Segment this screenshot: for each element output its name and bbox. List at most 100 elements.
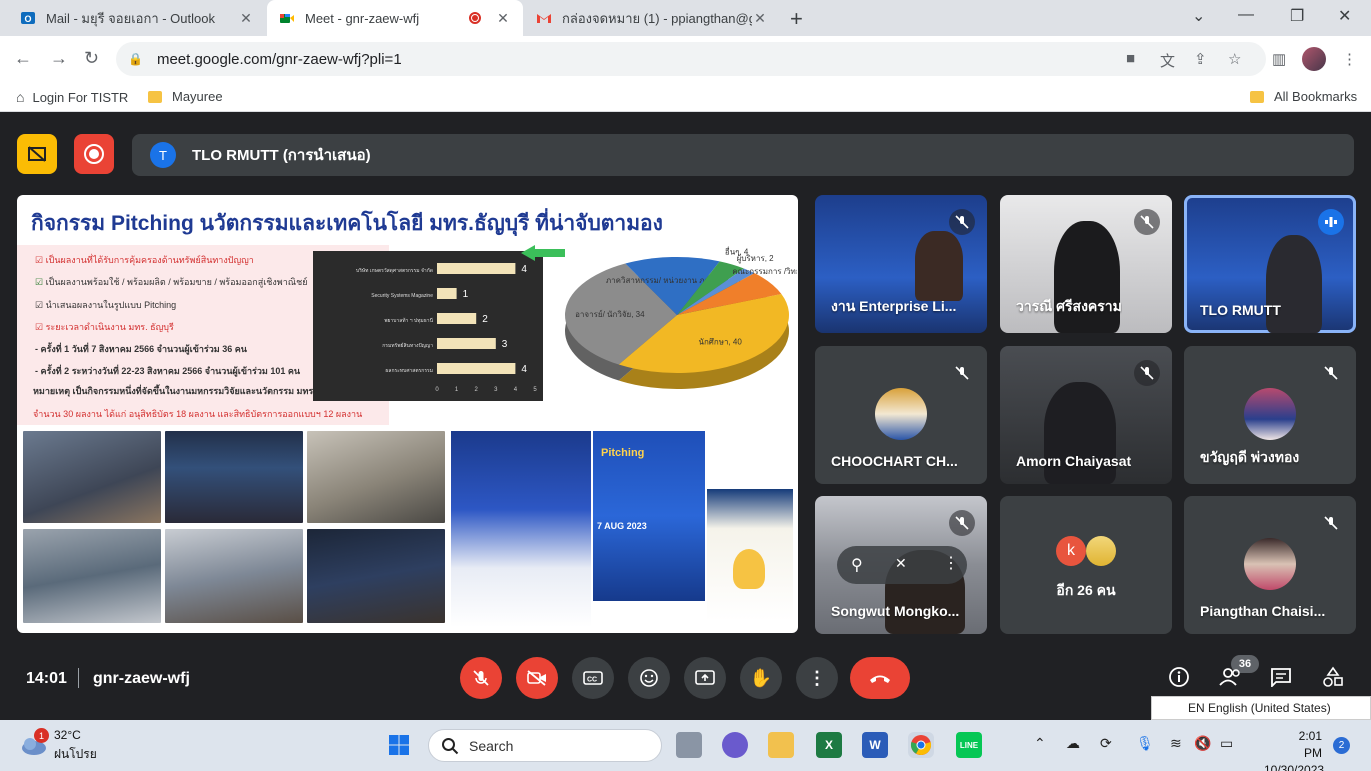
bookmark-mayuree[interactable]: Mayuree (148, 89, 223, 104)
bookmark-login-tistr[interactable]: ⌂ Login For TISTR (16, 89, 128, 105)
lightbulb-icon (733, 549, 765, 589)
translate-icon[interactable]: 文 (1160, 50, 1175, 71)
participant-tile[interactable]: CHOOCHART CH... (815, 346, 987, 484)
participant-tile[interactable]: วารณี ศรีสงคราม (1000, 195, 1172, 333)
camera-icon[interactable]: ■ (1126, 50, 1135, 67)
more-menu-icon[interactable]: ⋮ (1342, 50, 1357, 68)
sync-icon[interactable]: ⟳ (1100, 735, 1112, 752)
taskbar-clock[interactable]: 2:01 PM 10/30/2023 (1264, 728, 1324, 771)
excel-icon[interactable]: X (816, 732, 842, 758)
bookmark-label: Mayuree (172, 89, 223, 104)
wifi-icon[interactable]: ≋ (1170, 735, 1182, 752)
presentation-slide: กิจกรรม Pitching นวัตกรรมและเทคโนโลยี มท… (17, 195, 798, 633)
profile-avatar[interactable] (1302, 47, 1326, 71)
bar-value-label: 4 (521, 364, 527, 375)
leave-call-button[interactable] (850, 657, 910, 699)
x-tick-label: 2 (475, 387, 479, 393)
mic-off-icon (949, 510, 975, 536)
participant-tile[interactable]: ⚲ ✕ ⋮ Songwut Mongko... (815, 496, 987, 634)
tab-meet[interactable]: Meet - gnr-zaew-wfj ✕ (267, 0, 523, 36)
close-tab-icon[interactable]: ✕ (238, 10, 254, 27)
microphone-button[interactable] (460, 657, 502, 699)
slide-bullet: - ครั้งที่ 2 ระหว่างวันที่ 22-23 สิงหาคม… (35, 366, 301, 376)
presenter-bar: T TLO RMUTT (การนำเสนอ) (132, 134, 1354, 176)
chat-app-icon[interactable] (722, 732, 748, 758)
tab-title: Mail - มยุรี จอยเอกา - Outlook (46, 10, 215, 26)
notification-badge[interactable]: 2 (1333, 737, 1350, 754)
x-tick-label: 0 (435, 387, 439, 393)
back-icon[interactable]: ← (14, 48, 32, 69)
participant-tile[interactable]: Amorn Chaiyasat (1000, 346, 1172, 484)
close-tab-icon[interactable]: ✕ (495, 10, 511, 27)
minimize-button[interactable]: — (1238, 6, 1254, 24)
present-button[interactable] (684, 657, 726, 699)
more-participants-tile[interactable]: k อีก 26 คน (1000, 496, 1172, 634)
pie-slice-label: อาจารย์/ นักวิจัย, 34 (575, 309, 645, 319)
participant-tile[interactable]: งาน Enterprise Li... (815, 195, 987, 333)
task-view-icon[interactable] (676, 732, 702, 758)
close-window-button[interactable]: ✕ (1338, 6, 1351, 26)
word-icon[interactable]: W (862, 732, 888, 758)
tab-gmail[interactable]: กล่องจดหมาย (1) - ppiangthan@g ✕ (524, 0, 780, 36)
new-tab-button[interactable]: + (790, 6, 803, 32)
poster-date: 7 AUG 2023 (597, 521, 647, 531)
bar (437, 313, 477, 324)
more-options-button[interactable]: ⋮ (796, 657, 838, 699)
ime-language-bar[interactable]: EN English (United States) (1151, 696, 1371, 720)
all-bookmarks[interactable]: All Bookmarks (1250, 89, 1357, 104)
address-bar[interactable]: 🔒 meet.google.com/gnr-zaew-wfj?pli=1 (116, 42, 1266, 76)
poster-heading: Pitching (601, 447, 645, 459)
search-icon (442, 737, 459, 754)
x-tick-label: 3 (494, 387, 498, 393)
cloud-icon[interactable]: ☁ (1066, 735, 1080, 752)
captions-button[interactable]: CC (572, 657, 614, 699)
people-button[interactable] (1216, 662, 1246, 692)
microphone-tray-icon[interactable]: 🎙 (1136, 735, 1154, 752)
more-participants-label: อีก 26 คน (1056, 582, 1116, 598)
stop-captions-button[interactable] (17, 134, 57, 174)
side-panel-icon[interactable]: ▥ (1272, 50, 1286, 68)
tab-search-icon[interactable]: ⌄ (1192, 6, 1205, 26)
participant-name: Piangthan Chaisi... (1200, 603, 1326, 619)
bookmark-label: All Bookmarks (1274, 89, 1358, 104)
home-icon: ⌂ (16, 89, 25, 105)
bar-chart: บริษัท เกษตรวัสดุศาสตรกรรม จำกัด 4 Securit… (313, 251, 543, 401)
show-hidden-icons[interactable]: ⌃ (1034, 735, 1046, 752)
speaking-indicator-icon (1318, 209, 1344, 235)
event-poster (451, 431, 591, 627)
x-tick-label: 4 (514, 387, 518, 393)
participant-tile-active-speaker[interactable]: TLO RMUTT (1184, 195, 1356, 333)
forward-icon[interactable]: → (50, 48, 68, 69)
mic-off-icon[interactable]: ✕ (895, 555, 907, 572)
taskbar-search[interactable]: Search (428, 729, 662, 762)
slide-bullet: - ครั้งที่ 1 วันที่ 7 สิงหาคม 2566 จำนวน… (35, 344, 247, 354)
file-explorer-icon[interactable] (768, 732, 794, 758)
reactions-button[interactable] (628, 657, 670, 699)
participant-avatar: k (1056, 536, 1086, 566)
meeting-details-button[interactable] (1164, 662, 1194, 692)
raise-hand-button[interactable]: ✋ (740, 657, 782, 699)
more-options-icon[interactable]: ⋮ (943, 553, 959, 573)
camera-button[interactable] (516, 657, 558, 699)
activities-button[interactable] (1318, 662, 1348, 692)
battery-icon[interactable]: ▭ (1220, 735, 1233, 752)
share-icon[interactable]: ⇪ (1194, 50, 1207, 68)
participant-tile[interactable]: ขวัญฤดี พ่วงทอง (1184, 346, 1356, 484)
pin-icon[interactable]: ⚲ (851, 555, 863, 575)
chrome-icon[interactable] (908, 732, 934, 758)
start-button[interactable] (386, 732, 412, 758)
chat-button[interactable] (1266, 662, 1296, 692)
restore-button[interactable]: ❐ (1290, 6, 1304, 26)
camera-off-icon (527, 670, 546, 686)
slide-bullet: ☑ เป็นผลงานพร้อมใช้ / พร้อมผลิต / พร้อมข… (35, 277, 308, 287)
tab-outlook[interactable]: O Mail - มยุรี จอยเอกา - Outlook ✕ (8, 0, 266, 36)
meeting-code: gnr-zaew-wfj (93, 670, 190, 687)
participant-tile[interactable]: Piangthan Chaisi... (1184, 496, 1356, 634)
recording-button[interactable] (74, 134, 114, 174)
close-tab-icon[interactable]: ✕ (752, 10, 768, 27)
line-app-icon[interactable]: LINE (956, 732, 982, 758)
volume-muted-icon[interactable]: 🔇 (1194, 735, 1211, 752)
bookmark-star-icon[interactable]: ☆ (1228, 50, 1241, 68)
pitching-poster: Pitching 7 AUG 2023 (593, 431, 705, 601)
reload-icon[interactable]: ↻ (84, 48, 99, 69)
